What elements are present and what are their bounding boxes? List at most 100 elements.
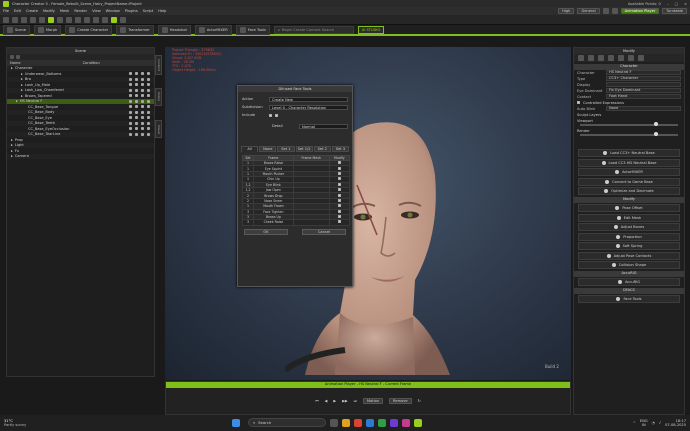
modify-tab-icon[interactable] bbox=[638, 55, 644, 61]
camera-icon[interactable] bbox=[602, 8, 609, 14]
panel-button[interactable]: Optimize and Decimate bbox=[578, 187, 680, 195]
maximize-icon[interactable]: □ bbox=[675, 2, 678, 6]
set-tab-3[interactable]: Set 3 bbox=[331, 146, 350, 152]
tab-content[interactable]: Content bbox=[155, 55, 162, 75]
skip-end-icon[interactable]: ⏭ bbox=[354, 399, 357, 403]
visibility-icons[interactable] bbox=[129, 105, 154, 109]
tab-scene-side[interactable]: Scene bbox=[155, 88, 162, 106]
include-checkbox[interactable] bbox=[269, 113, 272, 117]
tab-transformer[interactable]: Transformer bbox=[116, 24, 154, 35]
modify-tab-icon[interactable] bbox=[588, 55, 594, 61]
character-creator-icon[interactable] bbox=[414, 419, 422, 427]
light-icon[interactable] bbox=[611, 8, 618, 14]
visibility-icons[interactable] bbox=[129, 94, 154, 98]
menu-render[interactable]: Render bbox=[74, 9, 87, 13]
expand-arrow-icon[interactable]: ▸ bbox=[11, 154, 13, 158]
auto-blink-select[interactable]: None bbox=[606, 106, 681, 111]
visibility-icons[interactable] bbox=[129, 72, 154, 76]
camera-pan-icon[interactable] bbox=[93, 16, 99, 23]
panel-button[interactable]: Proportion bbox=[578, 232, 680, 241]
modify-checkbox[interactable] bbox=[337, 166, 341, 170]
new-icon[interactable] bbox=[3, 16, 9, 23]
viewport-slider[interactable] bbox=[580, 122, 678, 126]
content-search-input[interactable]: ⌕ Begin Create Content Search bbox=[273, 25, 354, 34]
render-select[interactable]: General bbox=[577, 8, 600, 14]
prop-value[interactable]: CC3+ Character bbox=[606, 76, 681, 81]
visibility-icons[interactable] bbox=[129, 132, 154, 136]
modify-tab-icon[interactable] bbox=[578, 55, 584, 61]
modify-checkbox[interactable] bbox=[337, 215, 341, 219]
frame-row[interactable]: 3 Cheek Raise bbox=[242, 219, 351, 226]
visibility-icons[interactable] bbox=[129, 83, 154, 87]
modify-checkbox[interactable] bbox=[337, 188, 341, 192]
menu-mesh[interactable]: Mesh bbox=[60, 9, 69, 13]
tray-chevron-icon[interactable]: ^ bbox=[633, 421, 636, 425]
prop-value[interactable] bbox=[606, 82, 681, 87]
menu-window[interactable]: Window bbox=[106, 9, 120, 13]
tab-headshot[interactable]: Headshot bbox=[157, 24, 191, 35]
set-tab-none[interactable]: None bbox=[259, 146, 277, 152]
visibility-icons[interactable] bbox=[129, 116, 154, 120]
modify-checkbox[interactable] bbox=[337, 204, 341, 208]
file-explorer-icon[interactable] bbox=[342, 419, 350, 427]
expand-arrow-icon[interactable]: ▸ bbox=[21, 77, 23, 81]
motion-button[interactable]: Motion bbox=[362, 397, 384, 404]
menu-help[interactable]: Help bbox=[158, 9, 166, 13]
menu-edit[interactable]: Edit bbox=[14, 9, 21, 13]
weather-widget[interactable]: 31°C Partly sunny bbox=[4, 419, 26, 428]
menu-plugins[interactable]: Plugins bbox=[125, 9, 138, 13]
detail-select[interactable]: Normal bbox=[299, 123, 348, 129]
scene-expand-icon[interactable] bbox=[16, 55, 20, 59]
ai-studio-button[interactable]: AI STUDIO bbox=[357, 25, 385, 34]
modify-tab-icon[interactable] bbox=[618, 55, 624, 61]
close-icon[interactable]: × bbox=[684, 2, 687, 6]
prop-value[interactable]: Foot Hand bbox=[606, 94, 681, 99]
windows-start-icon[interactable] bbox=[232, 419, 240, 427]
expand-arrow-icon[interactable]: ▸ bbox=[16, 99, 18, 103]
tab-visual[interactable]: Visual bbox=[155, 120, 162, 138]
clock[interactable]: 18:17 07-08-2025 bbox=[665, 419, 686, 428]
store-icon[interactable] bbox=[378, 419, 386, 427]
include-checkbox[interactable] bbox=[275, 113, 278, 117]
grid-icon[interactable] bbox=[120, 16, 126, 23]
expand-arrow-icon[interactable]: ▸ bbox=[21, 72, 23, 76]
cancel-button[interactable]: Cancel bbox=[302, 228, 346, 235]
language-indicator[interactable]: ENG IN bbox=[640, 419, 648, 428]
tab-create-character[interactable]: Create Character bbox=[65, 24, 113, 35]
repeat-icon[interactable]: ↻ bbox=[418, 399, 421, 403]
modify-checkbox[interactable] bbox=[337, 209, 341, 213]
tab-actormixer[interactable]: ActorMIXER bbox=[194, 24, 232, 35]
tree-row[interactable]: ▸ Camera bbox=[7, 153, 154, 159]
app-icon[interactable] bbox=[390, 419, 398, 427]
render-slider[interactable] bbox=[580, 132, 678, 136]
accurig-button[interactable]: AccuRIG bbox=[578, 278, 680, 286]
panel-button[interactable]: Pose Offset bbox=[578, 204, 680, 212]
modify-checkbox[interactable] bbox=[337, 198, 341, 202]
expand-arrow-icon[interactable]: ▸ bbox=[11, 143, 13, 147]
panel-button[interactable]: ActorMIXER bbox=[578, 168, 680, 176]
wifi-icon[interactable]: ◔ bbox=[652, 421, 655, 425]
redo-icon[interactable] bbox=[39, 16, 45, 23]
modify-checkbox[interactable] bbox=[337, 161, 341, 165]
quality-select[interactable]: High bbox=[558, 8, 575, 14]
turntable-button[interactable]: Turntable bbox=[662, 8, 687, 14]
play-icon[interactable]: ▶ bbox=[333, 399, 336, 403]
expand-arrow-icon[interactable]: ▸ bbox=[11, 138, 13, 142]
scene-filter-icon[interactable] bbox=[10, 55, 14, 59]
app-icon[interactable] bbox=[402, 419, 410, 427]
render-preview-icon[interactable] bbox=[111, 16, 117, 23]
set-tab-1-2[interactable]: Set 1/2 bbox=[295, 146, 313, 152]
camera-zoom-icon[interactable] bbox=[102, 16, 108, 23]
expand-arrow-icon[interactable]: ▸ bbox=[11, 66, 13, 70]
save-icon[interactable] bbox=[21, 16, 27, 23]
select-icon[interactable] bbox=[48, 16, 54, 23]
modify-checkbox[interactable] bbox=[337, 177, 341, 181]
visibility-icons[interactable] bbox=[129, 99, 154, 103]
panel-button[interactable]: Adjust Pose Contacts bbox=[578, 251, 680, 260]
menu-file[interactable]: File bbox=[3, 9, 9, 13]
panel-button[interactable]: Adjust Bones bbox=[578, 223, 680, 231]
slider-handle[interactable] bbox=[654, 132, 658, 136]
set-tab-1[interactable]: Set 1 bbox=[277, 146, 295, 152]
visibility-icons[interactable] bbox=[129, 127, 154, 131]
panel-button[interactable]: Load CC3+ Neutral Base bbox=[578, 149, 680, 157]
